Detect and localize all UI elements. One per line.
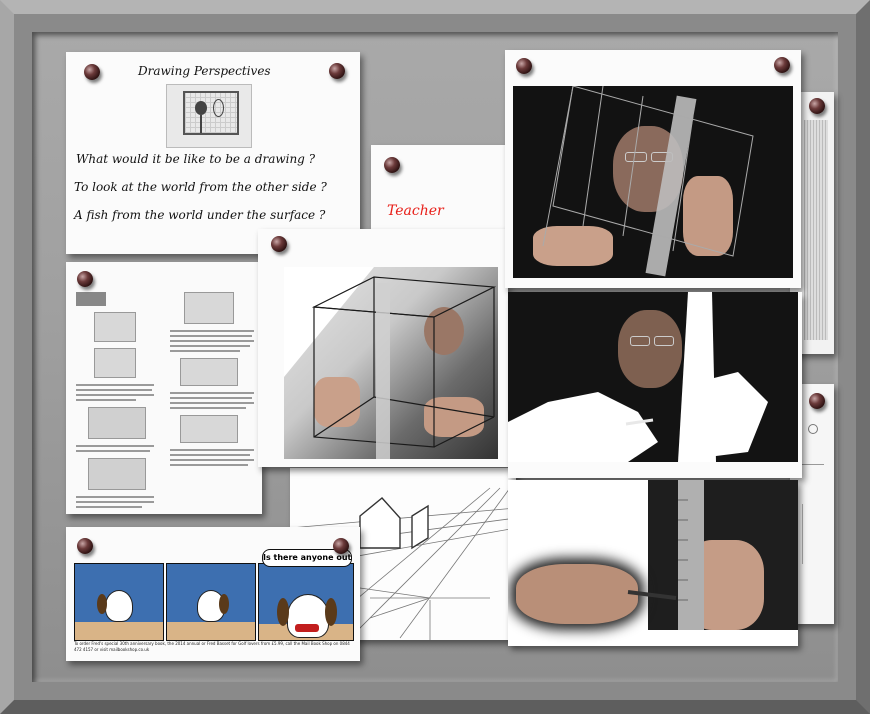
card-photo-hand-ruler — [508, 480, 798, 646]
pin-icon — [809, 393, 825, 409]
comic-panel-3 — [258, 563, 354, 641]
card-book-page — [66, 262, 262, 514]
pin-icon — [774, 57, 790, 73]
pin-icon — [77, 271, 93, 287]
question-line-1: What would it be like to be a drawing ? — [76, 152, 316, 166]
pin-icon — [329, 63, 345, 79]
book-text-right — [170, 292, 254, 469]
book-text-left — [76, 292, 156, 511]
pin-icon — [271, 236, 287, 252]
pin-icon — [333, 538, 349, 554]
comic-panel-2 — [166, 563, 256, 641]
question-line-3: A fish from the world under the surface … — [74, 208, 326, 222]
photo-man-cube — [513, 86, 793, 278]
card-comic-strip: Is there anyone out there?! To order Fre… — [66, 527, 360, 661]
card-title: Drawing Perspectives — [138, 64, 271, 78]
comic-caption: To order Fred's special 30th anniversary… — [74, 641, 350, 652]
card-photo-silhouette — [508, 292, 802, 478]
pin-icon — [84, 64, 100, 80]
comic-panel-1 — [74, 563, 164, 641]
pin-icon — [809, 98, 825, 114]
card-drawing-perspectives: Drawing Perspectives What would it be li… — [66, 52, 360, 254]
photo-silhouette-hands — [508, 292, 798, 462]
card-photo-glass-cube — [258, 229, 508, 467]
photo-glass-cube — [284, 267, 498, 459]
illustration-figure-window — [166, 84, 252, 148]
pin-icon — [384, 157, 400, 173]
pin-icon — [516, 58, 532, 74]
card-photo-cube — [505, 50, 801, 288]
teacher-label: Teacher — [387, 203, 444, 219]
pin-icon — [77, 538, 93, 554]
question-line-2: To look at the world from the other side… — [74, 180, 327, 194]
photo-hand-ruler — [508, 480, 798, 646]
